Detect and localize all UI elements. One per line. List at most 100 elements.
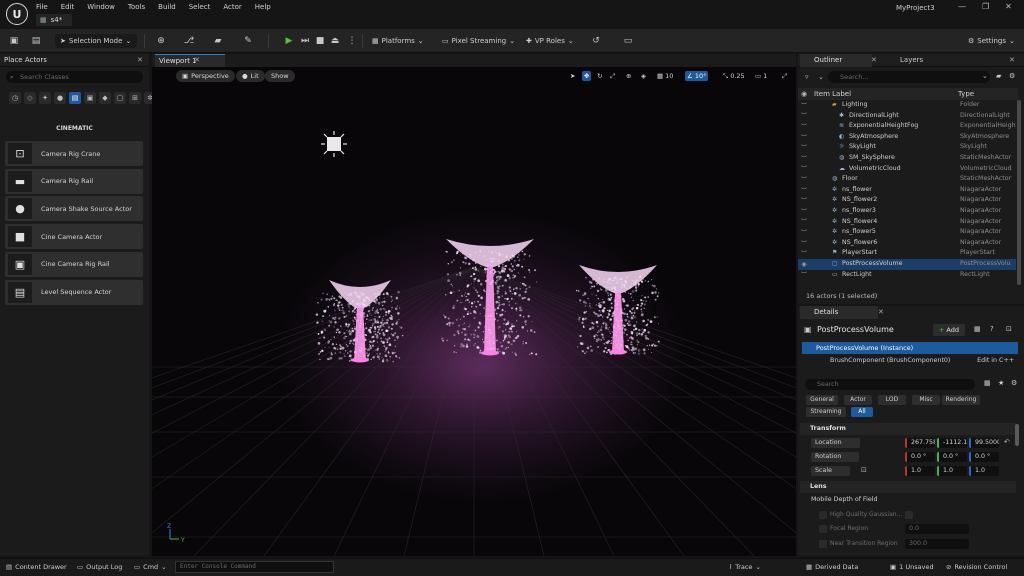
outliner-row[interactable]: ︶ ▰ Lighting Folder [798,100,1016,111]
lens-section[interactable]: Lens [800,481,1016,493]
close-icon[interactable]: ✕ [871,56,877,64]
menu-item-build[interactable]: Build [158,3,183,11]
visibility-icon[interactable]: ︶ [798,164,810,173]
level-tab[interactable]: ▦ s4* [36,14,73,26]
visibility-icon[interactable]: ︶ [798,101,810,110]
save-icon[interactable]: ▣ [8,35,20,47]
folder-add-icon[interactable]: ▰ [996,72,1001,80]
visual-effects-icon[interactable]: ▣ [84,92,96,104]
location-y-field[interactable]: -1112.1€ [937,438,967,448]
close-icon[interactable]: ✕ [878,308,884,316]
table-view-icon[interactable]: ▦ [984,379,991,387]
actor-item[interactable]: ▬ Camera Rig Rail [5,168,143,194]
rotate-tool-icon[interactable]: ↻ [597,71,602,81]
visibility-icon[interactable]: ︶ [798,154,810,163]
actor-item[interactable]: ⊡ Camera Rig Crane [5,141,143,166]
outliner-row[interactable]: ︶ ◍ Floor StaticMeshActor [798,174,1016,185]
search-classes-input[interactable]: ⌕ Search Classes [6,71,143,83]
content-icon[interactable]: ▤ [30,35,42,47]
outliner-row[interactable]: ︶ ✲ ns_flower5 NiagaraActor [798,227,1016,238]
location-z-field[interactable]: 99.5000· [969,438,999,448]
rotation-x-field[interactable]: 0.0 ° [905,452,935,462]
content-drawer-button[interactable]: ▤ Content Drawer [6,562,67,572]
volumes-icon[interactable]: ▢ [114,92,126,104]
stop-icon[interactable]: ■ [314,35,326,47]
add-actor-icon[interactable]: ⊕ [155,35,167,47]
menu-item-tools[interactable]: Tools [128,3,152,11]
shapes-icon[interactable]: ● [54,92,66,104]
outliner-row[interactable]: ︶ ≋ ExponentialHeightFog ExponentialHeightF… [798,121,1016,132]
hq-gaussian-override-checkbox[interactable] [819,511,827,519]
visibility-icon[interactable]: ︶ [798,143,810,152]
visibility-icon[interactable]: ︶ [798,270,810,279]
instance-row[interactable]: PostProcessVolume (Instance) [802,342,1018,354]
grid-snap-button[interactable]: ▦ 10 [657,71,673,81]
lock-icon[interactable]: ⊡ [1006,325,1012,333]
world-space-icon[interactable]: ⊕ [626,71,631,81]
surface-snap-icon[interactable]: ◈ [641,71,646,81]
edit-in-cpp-link[interactable]: Edit in C++ [977,355,1014,366]
visibility-icon[interactable]: ︶ [798,239,810,248]
cmd-dropdown[interactable]: ▭ Cmd ⌄ [134,562,167,572]
visibility-icon[interactable]: ︶ [798,111,810,120]
level-viewport[interactable]: Z Y [152,67,796,556]
focal-region-override-checkbox[interactable] [819,525,827,533]
maximize-icon[interactable]: ❐ [982,2,989,11]
outliner-row[interactable]: ︶ ✲ NS_flower2 NiagaraActor [798,195,1016,206]
hq-gaussian-checkbox[interactable] [905,511,913,519]
place-actors-tab[interactable]: Place Actors ✕ [0,54,149,67]
outliner-row[interactable]: ︶ ✲ NS_flower4 NiagaraActor [798,217,1016,228]
eject-icon[interactable]: ⏏ [329,35,341,47]
all-classes-icon[interactable]: ⊞ [129,92,141,104]
near-transition-field[interactable]: 300.0 [905,539,969,549]
console-command-input[interactable]: Enter Console Command [175,561,334,573]
visibility-icon[interactable]: ︶ [798,217,810,226]
close-icon[interactable]: ✕ [137,56,143,64]
gear-icon[interactable]: ⚙ [1011,379,1017,387]
rotation-y-field[interactable]: 0.0 ° [937,452,967,462]
rotation-snap-button[interactable]: ∠ 10° [685,71,709,81]
show-button[interactable]: Show [265,70,295,82]
outliner-row[interactable]: ︶ ☁ VolumetricCloud VolumetricCloud [798,164,1016,175]
outliner-row[interactable]: ◉ ▢ PostProcessVolume PostProcessVolu [798,258,1016,270]
actor-item[interactable]: ● Camera Shake Source Actor [5,196,143,222]
filter-all[interactable]: All [851,407,873,417]
outliner-search-input[interactable]: Search... [828,71,990,83]
platforms-dropdown[interactable]: ▦ Platforms ⌄ [372,34,424,48]
location-dropdown[interactable]: Location [811,438,860,448]
near-transition-override-checkbox[interactable] [819,540,827,548]
step-icon[interactable]: ⏭ [299,35,311,47]
unreal-logo-icon[interactable]: U [6,3,28,25]
menu-item-actor[interactable]: Actor [223,3,248,11]
focal-region-field[interactable]: 0.0 [905,524,969,534]
outliner-row[interactable]: ︶ ✲ ns_flower3 NiagaraActor [798,206,1016,217]
pixel-streaming-dropdown[interactable]: ▭ Pixel Streaming ⌄ [442,34,515,48]
menu-item-help[interactable]: Help [255,3,278,11]
vr-icon[interactable]: ▭ [622,35,634,47]
lit-button[interactable]: ● Lit [236,70,265,82]
scale-dropdown[interactable]: Scale [811,466,850,476]
output-log-button[interactable]: ▭ Output Log [77,562,122,572]
cinematics-icon[interactable]: ▰ [212,35,224,47]
play-options-icon[interactable]: ⋮ [346,35,358,47]
outliner-row[interactable]: ︶ ⚑ PlayerStart PlayerStart [798,248,1016,259]
visibility-icon[interactable]: ︶ [798,196,810,205]
translate-tool-icon[interactable]: ✥ [582,71,592,81]
basic-icon[interactable]: ◇ [24,92,36,104]
location-x-field[interactable]: 267.758· [905,438,935,448]
blueprint-icon[interactable]: ⎇ [183,35,195,47]
tab-details[interactable]: Details [800,306,879,319]
rotation-z-field[interactable]: 0.0 ° [969,452,999,462]
add-component-button[interactable]: + Add [933,324,965,336]
outliner-row[interactable]: ︶ ▭ RectLight RectLight [798,270,1016,281]
outliner-row[interactable]: ︶ ✲ NS_flower6 NiagaraActor [798,238,1016,249]
minimize-icon[interactable]: — [958,2,966,11]
camera-speed-button[interactable]: ▭ 1 [755,71,767,81]
outliner-scrollbar[interactable] [1017,100,1021,285]
recent-icon[interactable]: ◷ [9,92,21,104]
tab-outliner[interactable]: Outliner [800,54,873,67]
unsaved-button[interactable]: ▣ 1 Unsaved [890,562,934,572]
scale-z-field[interactable]: 1.0 [969,466,999,476]
visibility-icon[interactable]: ︶ [798,175,810,184]
filter-lod[interactable]: LOD [878,395,906,405]
